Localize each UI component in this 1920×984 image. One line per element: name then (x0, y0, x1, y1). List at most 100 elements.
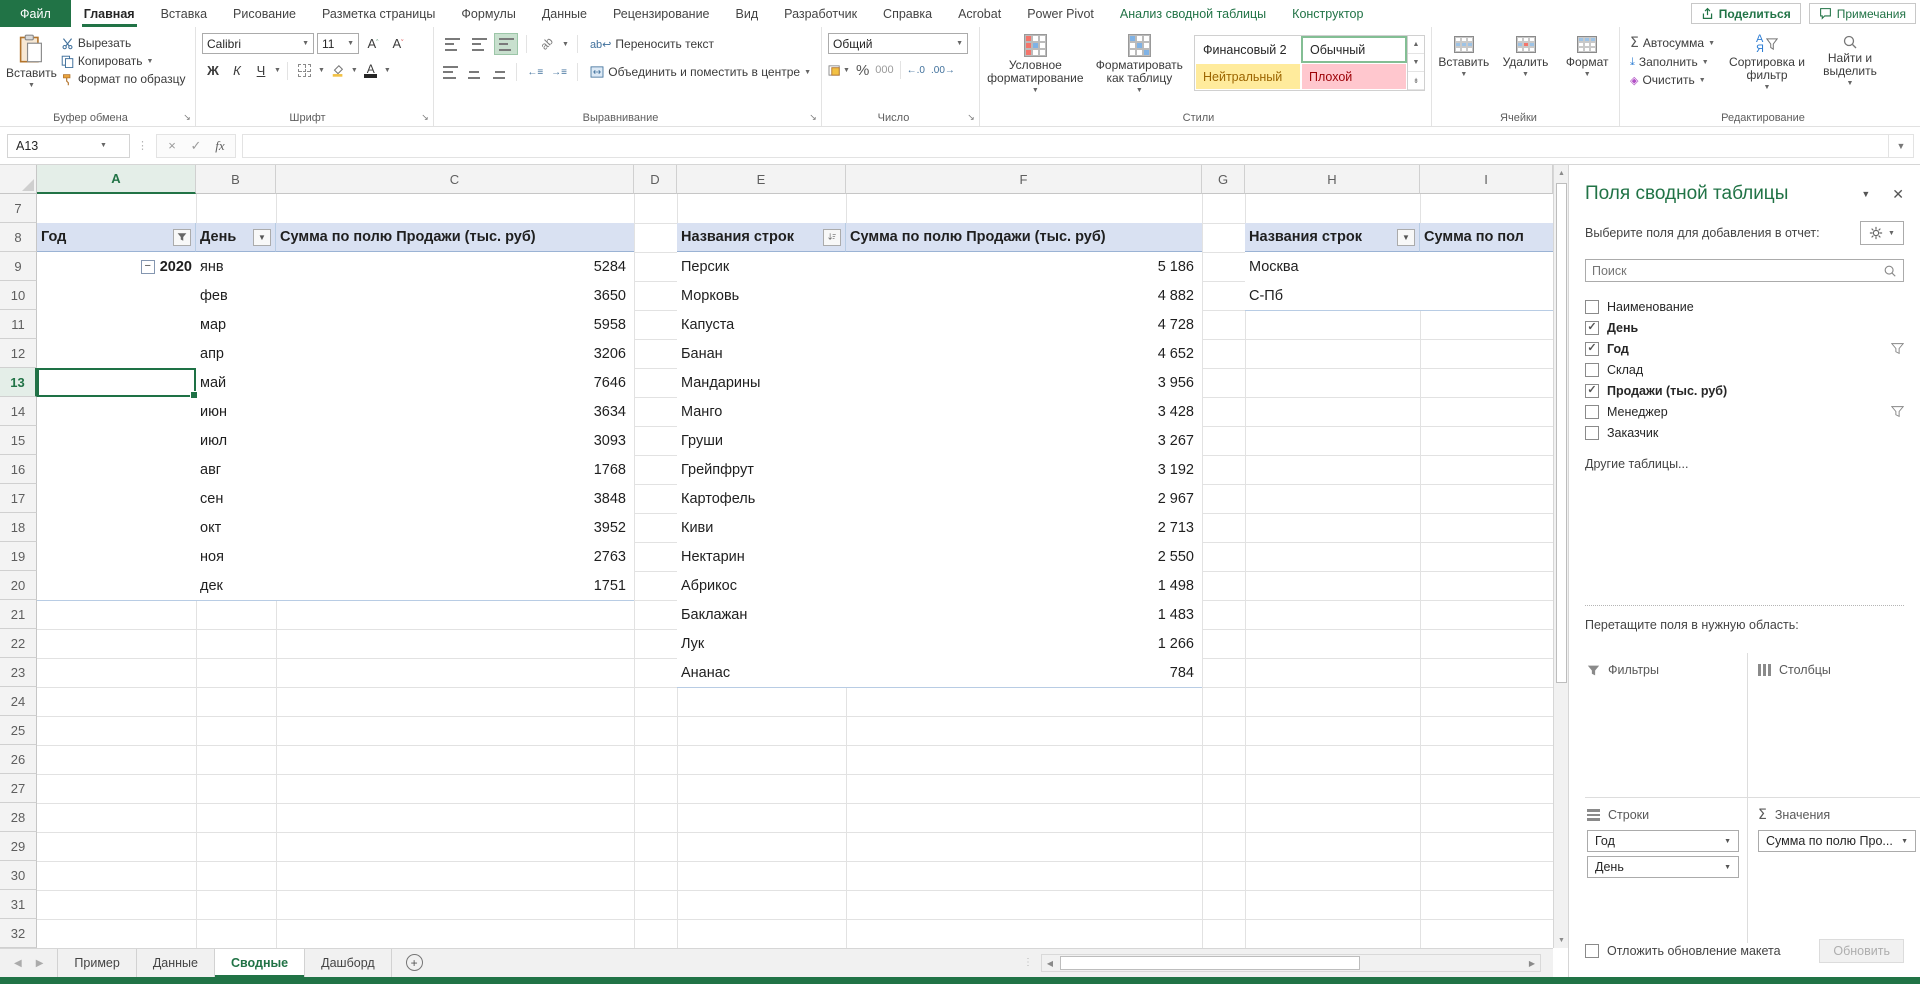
pivot-cell[interactable]: 2 550 (846, 542, 1202, 571)
format-painter-button[interactable]: Формат по образцу (57, 70, 190, 88)
pivot-cell[interactable]: 3 192 (846, 455, 1202, 484)
filter-applied-icon[interactable] (173, 229, 191, 246)
pivot-cell[interactable]: янв (196, 252, 276, 281)
sheet-tab-0[interactable]: Пример (57, 949, 136, 977)
format-as-table-button[interactable]: Форматировать как таблицу ▼ (1093, 31, 1186, 94)
ribbon-tab-1[interactable]: Вставка (148, 0, 220, 27)
dialog-launcher-icon[interactable]: ↘ (419, 111, 431, 123)
formula-input[interactable] (242, 134, 1888, 158)
search-input[interactable] (1592, 264, 1883, 278)
name-box[interactable]: ▼ (7, 134, 130, 158)
pivot-cell[interactable]: Мандарины (677, 368, 846, 397)
shrink-font-button[interactable]: Аˇ (387, 33, 409, 54)
align-top-button[interactable] (440, 33, 464, 55)
pivot-cell[interactable]: 3093 (276, 426, 634, 455)
field-checkbox[interactable]: ✓ (1585, 384, 1599, 398)
pivot-cell[interactable]: 784 (846, 658, 1202, 687)
row-header-21[interactable]: 21 (0, 600, 37, 629)
column-header-H[interactable]: H (1245, 165, 1420, 194)
pivot-cell[interactable]: сен (196, 484, 276, 513)
chevron-down-icon[interactable]: ▼ (562, 41, 569, 48)
wrap-text-button[interactable]: ab↩ Переносить текст (586, 35, 718, 53)
splitter-handle-icon[interactable]: ⋮ (1023, 957, 1033, 968)
dialog-launcher-icon[interactable]: ↘ (965, 111, 977, 123)
pivot-cell[interactable] (1420, 252, 1553, 281)
pivot-cell[interactable] (37, 397, 196, 426)
pivot-cell[interactable]: Абрикос (677, 571, 846, 600)
column-header-G[interactable]: G (1202, 165, 1245, 194)
insert-cells-button[interactable]: Вставить▼ (1438, 33, 1490, 78)
underline-button[interactable]: Ч (250, 60, 272, 81)
sheet-tab-3[interactable]: Дашборд (305, 949, 392, 977)
pivot-cell[interactable]: −2020 (37, 252, 196, 281)
gallery-down-icon[interactable]: ▼ (1408, 54, 1424, 72)
field-search[interactable] (1585, 259, 1904, 282)
find-select-button[interactable]: Найти и выделить▼ (1815, 31, 1885, 87)
font-size-combo[interactable]: 11▼ (317, 33, 359, 54)
row-header-10[interactable]: 10 (0, 281, 37, 310)
row-header-9[interactable]: 9 (0, 252, 37, 281)
row-header-26[interactable]: 26 (0, 745, 37, 774)
dialog-launcher-icon[interactable]: ↘ (181, 111, 193, 123)
row-header-28[interactable]: 28 (0, 803, 37, 832)
pivot-cell[interactable]: Ананас (677, 658, 846, 687)
ribbon-tab-11[interactable]: Power Pivot (1014, 0, 1107, 27)
column-header-A[interactable]: A (37, 165, 196, 194)
field-checkbox[interactable]: ✓ (1585, 342, 1599, 356)
pivot-cell[interactable]: 1 498 (846, 571, 1202, 600)
increase-decimal-button[interactable]: ←.0 (907, 65, 925, 76)
columns-area[interactable]: Столбцы (1747, 653, 1920, 798)
horizontal-scrollbar[interactable]: ◀ ▶ (1041, 954, 1541, 972)
field-item-2[interactable]: ✓Год (1585, 338, 1904, 359)
ribbon-tab-2[interactable]: Рисование (220, 0, 309, 27)
row-header-15[interactable]: 15 (0, 426, 37, 455)
row-header-20[interactable]: 20 (0, 571, 37, 600)
row-header-14[interactable]: 14 (0, 397, 37, 426)
pane-options-icon[interactable]: ▼ (1861, 189, 1870, 199)
percent-style-button[interactable]: % (856, 62, 869, 79)
align-left-button[interactable] (440, 61, 461, 83)
pivot-cell[interactable]: 3206 (276, 339, 634, 368)
field-item-3[interactable]: Склад (1585, 359, 1904, 380)
field-item-0[interactable]: Наименование (1585, 296, 1904, 317)
align-middle-button[interactable] (467, 33, 491, 55)
sheet-tab-2[interactable]: Сводные (215, 949, 305, 977)
sort-filter-icon[interactable] (823, 229, 841, 246)
ribbon-tab-0[interactable]: Главная (71, 0, 148, 27)
row-header-7[interactable]: 7 (0, 194, 37, 223)
cell-style-0[interactable]: Финансовый 2 (1195, 36, 1301, 63)
file-tab[interactable]: Файл (0, 0, 71, 27)
defer-checkbox[interactable] (1585, 944, 1599, 958)
sheet-prev-icon[interactable]: ◀ (14, 958, 22, 969)
comments-button[interactable]: Примечания (1809, 3, 1916, 24)
scroll-up-icon[interactable]: ▲ (1554, 165, 1569, 181)
values-area[interactable]: ΣЗначения Сумма по полю Про...▼ (1747, 798, 1920, 943)
pivot-cell[interactable] (37, 571, 196, 600)
pivot-cell[interactable]: 2 967 (846, 484, 1202, 513)
field-item-1[interactable]: ✓День (1585, 317, 1904, 338)
fill-button[interactable]: ⤓Заполнить▼ (1626, 53, 1719, 71)
pivot-cell[interactable]: Банан (677, 339, 846, 368)
pivot-cell[interactable]: фев (196, 281, 276, 310)
chevron-down-icon[interactable]: ▼ (274, 67, 281, 74)
pivot-cell[interactable]: 5958 (276, 310, 634, 339)
pivot-cell[interactable]: 7646 (276, 368, 634, 397)
more-tables-link[interactable]: Другие таблицы... (1585, 457, 1904, 471)
rows-area[interactable]: Строки Год▼День▼ (1585, 798, 1747, 943)
pivot-cell[interactable]: 3952 (276, 513, 634, 542)
pivot-cell[interactable]: Лук (677, 629, 846, 658)
pivot-cell[interactable]: 3650 (276, 281, 634, 310)
column-header-I[interactable]: I (1420, 165, 1553, 194)
day-filter-header[interactable]: День▼ (196, 223, 276, 252)
align-bottom-button[interactable] (494, 33, 518, 55)
pivot-cell[interactable]: Киви (677, 513, 846, 542)
orientation-button[interactable]: ab (535, 33, 559, 55)
chevron-down-icon[interactable]: ▼ (100, 142, 107, 149)
close-icon[interactable]: ✕ (1892, 186, 1904, 203)
pivot-cell[interactable]: 4 882 (846, 281, 1202, 310)
tools-button[interactable]: ▼ (1860, 221, 1904, 245)
row-header-12[interactable]: 12 (0, 339, 37, 368)
horizontal-scroll-thumb[interactable] (1060, 956, 1360, 970)
pivot-cell[interactable] (37, 310, 196, 339)
pivot-cell[interactable] (37, 281, 196, 310)
